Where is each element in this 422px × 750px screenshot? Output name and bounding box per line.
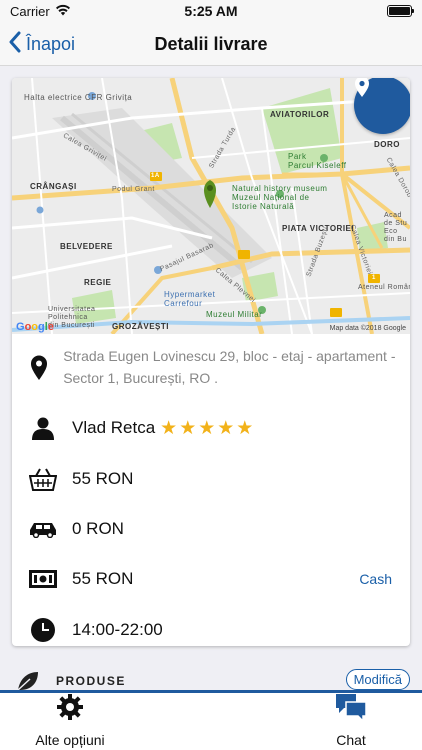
chevron-left-icon	[8, 31, 22, 58]
time-slot-row: 14:00-22:00	[12, 604, 410, 646]
delivery-details-list: Strada Eugen Lovinescu 29, bloc - etaj -…	[12, 334, 410, 646]
car-icon	[28, 520, 58, 538]
products-section-header: PRODUSE Modifică	[0, 668, 422, 692]
map-route-1a: 1A	[151, 173, 160, 179]
shopping-basket-icon	[28, 467, 58, 491]
delivery-details-card: Halta electrice CFR Grivița AVIATORILOR …	[12, 78, 410, 646]
tab-more-options-label: Alte opțiuni	[35, 732, 105, 748]
delivery-fee-row: 0 RON	[12, 504, 410, 554]
map-view[interactable]: Halta electrice CFR Grivița AVIATORILOR …	[12, 78, 410, 334]
tab-more-options[interactable]: Alte opțiuni	[28, 693, 112, 750]
carrier-label: Carrier	[10, 3, 50, 19]
back-label: Înapoi	[26, 33, 76, 54]
map-label-crangasi: CRÂNGAȘI	[30, 182, 77, 191]
clock-icon	[28, 617, 58, 643]
map-label-academy: Acad de Stu Eco din Bu	[384, 212, 408, 244]
banknote-icon	[28, 569, 58, 589]
gear-icon	[56, 693, 84, 726]
products-total-row: 55 RON	[12, 454, 410, 504]
products-total-value: 55 RON	[72, 469, 134, 488]
location-pin-icon	[28, 355, 49, 381]
chat-icon	[335, 693, 367, 726]
products-section-title: PRODUSE	[56, 674, 126, 688]
map-label-museum: Natural history museum Muzeul Național d…	[232, 184, 328, 212]
map-label-piata-victoriei: PIATA VICTORIEI	[282, 224, 355, 233]
total-value: 55 RON	[72, 569, 134, 588]
locate-button[interactable]	[354, 78, 410, 134]
bottom-tab-bar: Alte opțiuni Chat	[0, 690, 422, 750]
person-icon	[28, 416, 58, 440]
navigation-bar: Înapoi Detalii livrare	[0, 22, 422, 66]
map-route-1: 1	[372, 275, 376, 281]
address-row: Strada Eugen Lovinescu 29, bloc - etaj -…	[12, 334, 410, 402]
map-label-dorobanti: DORO	[374, 140, 400, 149]
total-row: 55 RON Cash	[12, 554, 410, 604]
back-button[interactable]: Înapoi	[8, 22, 75, 66]
map-label-muzeul-militar: Muzeul Militar	[206, 310, 263, 319]
map-street-podul-grant: Podul Grant	[112, 186, 155, 193]
wifi-icon	[55, 4, 71, 19]
modify-products-button[interactable]: Modifică	[345, 669, 410, 690]
address-text: Strada Eugen Lovinescu 29, bloc - etaj -…	[63, 348, 396, 386]
delivery-fee-value: 0 RON	[72, 519, 124, 538]
map-attribution: Map data ©2018 Google	[329, 325, 406, 332]
tab-chat-label: Chat	[336, 732, 366, 748]
status-bar: Carrier 5:25 AM	[0, 0, 422, 22]
battery-icon	[387, 5, 414, 17]
courier-name: Vlad Retca	[72, 418, 156, 437]
rating-stars: ★★★★★	[160, 417, 256, 439]
map-label-roman: Ateneul Român	[358, 284, 410, 291]
map-label-grozavesti: GROZĂVEȘTI	[112, 322, 170, 331]
payment-method-link[interactable]: Cash	[359, 571, 392, 587]
tab-chat[interactable]: Chat	[318, 693, 384, 750]
time-slot-value: 14:00-22:00	[72, 620, 163, 639]
google-logo: Google	[16, 321, 54, 333]
map-label-regie: REGIE	[84, 278, 112, 287]
map-label-belvedere: BELVEDERE	[60, 242, 113, 251]
map-label-park: Park Parcul Kiseleff	[288, 152, 347, 171]
map-label-university: Universitatea Politehnica din București	[48, 306, 96, 330]
courier-row: Vlad Retca ★★★★★	[12, 402, 410, 454]
map-label-aviatorilor: AVIATORILOR	[270, 110, 330, 119]
map-label-station: Halta electrice CFR Grivița	[24, 93, 133, 102]
map-label-hypermarket: Hypermarket Carrefour	[164, 290, 216, 309]
